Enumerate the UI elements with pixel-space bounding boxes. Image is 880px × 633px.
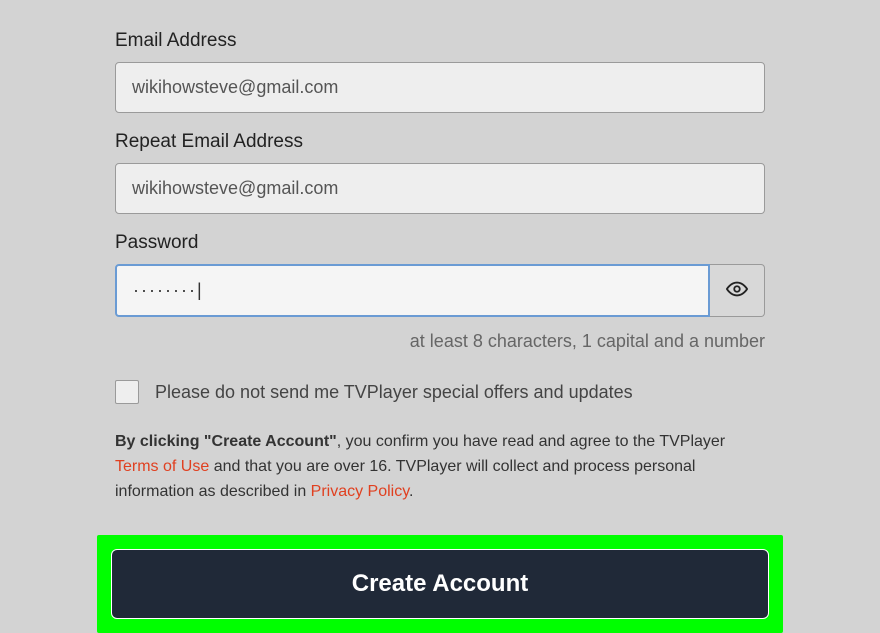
password-row [115, 264, 765, 317]
eye-icon [726, 278, 748, 303]
email-input[interactable] [115, 62, 765, 113]
password-input[interactable] [115, 264, 710, 317]
privacy-policy-link[interactable]: Privacy Policy [311, 483, 409, 500]
marketing-checkbox[interactable] [115, 380, 139, 404]
repeat-email-field-group: Repeat Email Address [115, 131, 765, 214]
password-label: Password [115, 232, 765, 254]
email-field-group: Email Address [115, 30, 765, 113]
terms-of-use-link[interactable]: Terms of Use [115, 458, 209, 475]
email-label: Email Address [115, 30, 765, 52]
highlight-frame: Create Account [97, 535, 783, 633]
legal-part3: . [409, 483, 413, 500]
password-field-group: Password at least 8 characters, 1 capita… [115, 232, 765, 352]
legal-part1: , you confirm you have read and agree to… [337, 433, 725, 450]
marketing-checkbox-label: Please do not send me TVPlayer special o… [155, 382, 633, 403]
repeat-email-label: Repeat Email Address [115, 131, 765, 153]
marketing-checkbox-row: Please do not send me TVPlayer special o… [115, 380, 765, 404]
legal-bold: By clicking "Create Account" [115, 433, 337, 450]
repeat-email-input[interactable] [115, 163, 765, 214]
signup-form: Email Address Repeat Email Address Passw… [0, 0, 880, 504]
show-password-button[interactable] [710, 264, 765, 317]
legal-text: By clicking "Create Account", you confir… [115, 430, 765, 504]
create-account-button[interactable]: Create Account [111, 549, 769, 619]
password-hint: at least 8 characters, 1 capital and a n… [115, 331, 765, 352]
